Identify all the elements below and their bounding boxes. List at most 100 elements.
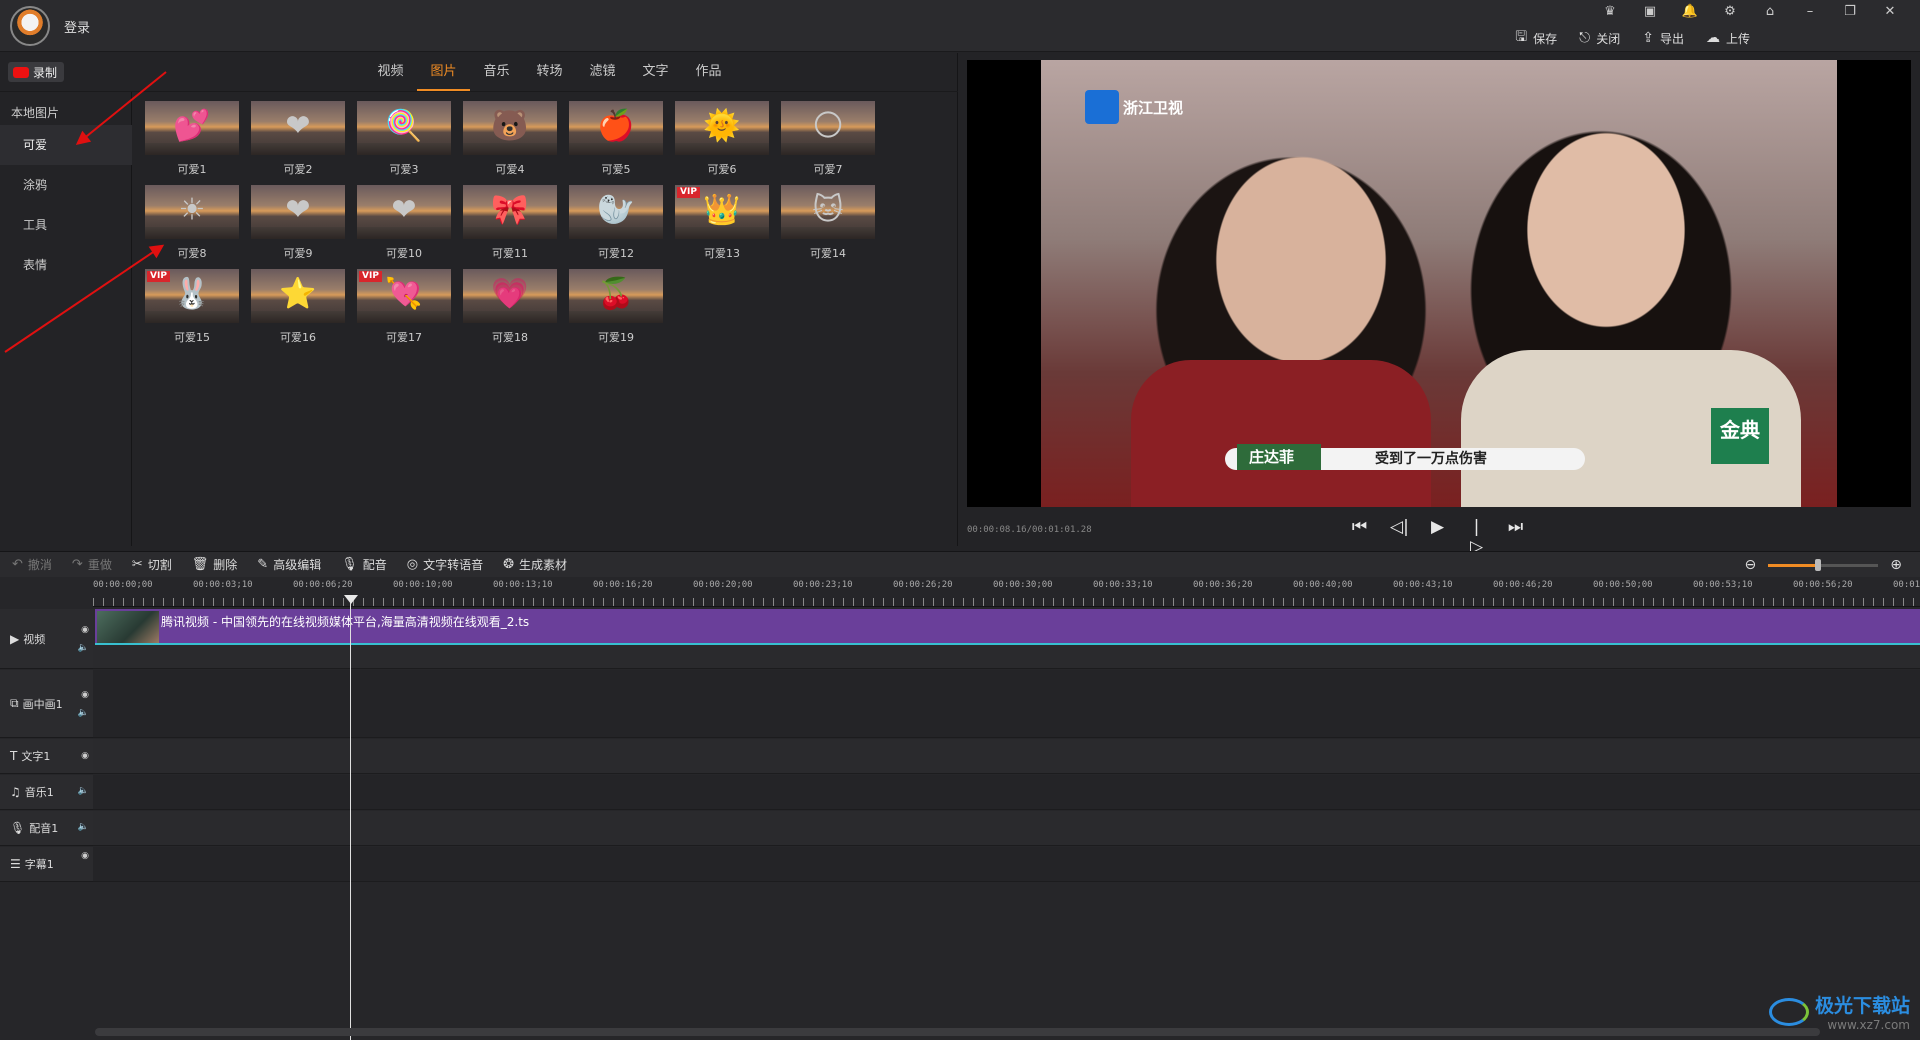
sticker-item[interactable]: 💕 可爱1: [145, 101, 239, 176]
sticker-label: 可爱11: [492, 247, 528, 260]
export-button[interactable]: ⇪ 导出: [1642, 26, 1684, 50]
track-header-music[interactable]: ♫ 音乐1 🔈: [0, 775, 93, 810]
tab-video[interactable]: 视频: [364, 53, 417, 91]
track-header-text[interactable]: T 文字1 ◉: [0, 739, 93, 774]
zoom-out-icon[interactable]: ⊖: [1745, 557, 1757, 573]
sticker-item[interactable]: 💗 可爱18: [463, 269, 557, 344]
sticker-item[interactable]: 🌞 可爱6: [675, 101, 769, 176]
sticker-item[interactable]: 🎀 可爱11: [463, 185, 557, 260]
eye-icon[interactable]: ◉: [81, 851, 89, 861]
save-icon: 🖫: [1515, 29, 1528, 45]
preview-panel: 浙江卫视 受到了一万点伤害 庄达菲 金典 00:00:08.16/00:01:0…: [959, 53, 1920, 557]
sticker-item[interactable]: 🍭 可爱3: [357, 101, 451, 176]
track-header-pip[interactable]: ⧉ 画中画1 ◉ 🔈: [0, 670, 93, 738]
split-button[interactable]: ✂ 切割: [132, 552, 172, 578]
sticker-item[interactable]: 🦭 可爱12: [569, 185, 663, 260]
vip-badge: VIP: [677, 187, 700, 198]
tab-works[interactable]: 作品: [682, 53, 735, 91]
zoom-in-icon[interactable]: ⊕: [1890, 557, 1902, 573]
music-track-icon: ♫: [10, 785, 21, 799]
zoom-slider-handle[interactable]: [1814, 558, 1821, 571]
sidebar-item-doodle[interactable]: 涂鸦: [0, 165, 132, 205]
crown-icon[interactable]: ♛: [1590, 2, 1630, 22]
save-button[interactable]: 🖫 保存: [1515, 26, 1557, 50]
track-row-music[interactable]: [93, 775, 1920, 810]
speaker-icon[interactable]: 🔈: [78, 708, 89, 718]
eye-icon[interactable]: ◉: [81, 625, 89, 635]
sidebar-item-tools[interactable]: 工具: [0, 205, 132, 245]
bell-icon[interactable]: 🔔: [1670, 2, 1710, 22]
playhead-line[interactable]: [350, 595, 351, 1040]
gear-icon[interactable]: ⚙: [1710, 2, 1750, 22]
tab-image[interactable]: 图片: [417, 53, 470, 91]
close-project-button[interactable]: ⎋ 关闭: [1579, 26, 1620, 50]
tab-filter[interactable]: 滤镜: [576, 53, 629, 91]
upload-button[interactable]: ☁ 上传: [1706, 26, 1750, 50]
sticker-item[interactable]: 💘 VIP 可爱17: [357, 269, 451, 344]
track-row-text[interactable]: [93, 739, 1920, 774]
close-icon[interactable]: ✕: [1870, 2, 1910, 22]
record-button[interactable]: 录制: [8, 62, 64, 82]
watermark-title: 极光下载站: [1814, 995, 1910, 1017]
tab-transition[interactable]: 转场: [523, 53, 576, 91]
sticker-item[interactable]: 🐰 VIP 可爱15: [145, 269, 239, 344]
sticker-item[interactable]: 🍎 可爱5: [569, 101, 663, 176]
sticker-thumbnail: 💗: [463, 269, 557, 323]
site-watermark: 极光下载站 www.xz7.com: [1768, 991, 1910, 1032]
speaker-icon[interactable]: 🔈: [78, 822, 89, 832]
sticker-graphic: ⭐: [279, 276, 317, 312]
time-ruler[interactable]: 00:00:00;00 00:00:03;10 00:00:06;20 00:00:1…: [93, 577, 1920, 607]
tab-music[interactable]: 音乐: [470, 53, 523, 91]
sidebar-item-cute[interactable]: 可爱: [0, 125, 132, 165]
preview-screen[interactable]: 浙江卫视 受到了一万点伤害 庄达菲 金典: [967, 60, 1911, 507]
sticker-item[interactable]: ❤ 可爱10: [357, 185, 451, 260]
redo-button[interactable]: ↷ 重做: [72, 552, 112, 578]
minimize-icon[interactable]: –: [1790, 2, 1830, 22]
sidebar-heading[interactable]: 本地图片: [11, 104, 59, 121]
delete-button[interactable]: 🗑 删除: [192, 552, 238, 578]
home-icon[interactable]: ⌂: [1750, 2, 1790, 22]
sticker-item[interactable]: 👑 VIP 可爱13: [675, 185, 769, 260]
track-row-dub[interactable]: [93, 811, 1920, 846]
sticker-graphic: 🍒: [597, 276, 635, 312]
playhead-handle[interactable]: [344, 595, 358, 604]
sticker-item[interactable]: ❤ 可爱2: [251, 101, 345, 176]
speaker-icon[interactable]: 🔈: [78, 643, 89, 653]
track-header-dub[interactable]: 🎙 配音1 🔈: [0, 811, 93, 846]
undo-button[interactable]: ↶ 撤消: [12, 552, 52, 578]
track-header-subtitle[interactable]: ☰ 字幕1 ◉: [0, 847, 93, 882]
dubbing-button[interactable]: 🎙 配音: [341, 552, 387, 578]
subtitle-track-icon: ☰: [10, 857, 21, 871]
generate-material-button[interactable]: ❂ 生成素材: [503, 552, 567, 578]
sticker-label: 可爱3: [389, 163, 419, 176]
sticker-label: 可爱19: [598, 331, 634, 344]
sticker-thumbnail: ❤: [251, 185, 345, 239]
track-header-video[interactable]: ▶ 视频 ◉ 🔈: [0, 609, 93, 669]
restore-icon[interactable]: ❐: [1830, 2, 1870, 22]
sticker-item[interactable]: ⭐ 可爱16: [251, 269, 345, 344]
sticker-item[interactable]: 🐱 可爱14: [781, 185, 875, 260]
video-clip[interactable]: 腾讯视频 - 中国领先的在线视频媒体平台,海量高清视频在线观看_2.ts: [95, 609, 1920, 645]
speaker-icon[interactable]: 🔈: [78, 786, 89, 796]
timeline-scrollbar[interactable]: [95, 1028, 1820, 1036]
sticker-thumbnail: 🐰 VIP: [145, 269, 239, 323]
tab-text[interactable]: 文字: [629, 53, 682, 91]
exit-icon: ⎋: [1579, 30, 1591, 46]
sticker-item[interactable]: ❤ 可爱9: [251, 185, 345, 260]
eye-icon[interactable]: ◉: [81, 751, 89, 761]
login-link[interactable]: 登录: [64, 17, 90, 36]
text-to-speech-button[interactable]: ◎ 文字转语音: [407, 552, 483, 578]
track-row-subtitle[interactable]: [93, 847, 1920, 882]
sticker-item[interactable]: 🍒 可爱19: [569, 269, 663, 344]
eye-icon[interactable]: ◉: [81, 690, 89, 700]
advanced-edit-button[interactable]: ✎ 高级编辑: [257, 552, 321, 578]
zoom-slider[interactable]: [1768, 558, 1879, 571]
sticker-item[interactable]: 🐻 可爱4: [463, 101, 557, 176]
sticker-item[interactable]: 🌕 可爱7: [781, 101, 875, 176]
ruler-label: 00:00:03;10: [193, 580, 253, 590]
ruler-label: 00:00:00;00: [93, 580, 153, 590]
play-box-icon[interactable]: ▣: [1630, 2, 1670, 22]
track-row-pip[interactable]: [93, 670, 1920, 738]
avatar[interactable]: [10, 6, 50, 46]
mic-track-icon: 🎙: [10, 821, 26, 835]
